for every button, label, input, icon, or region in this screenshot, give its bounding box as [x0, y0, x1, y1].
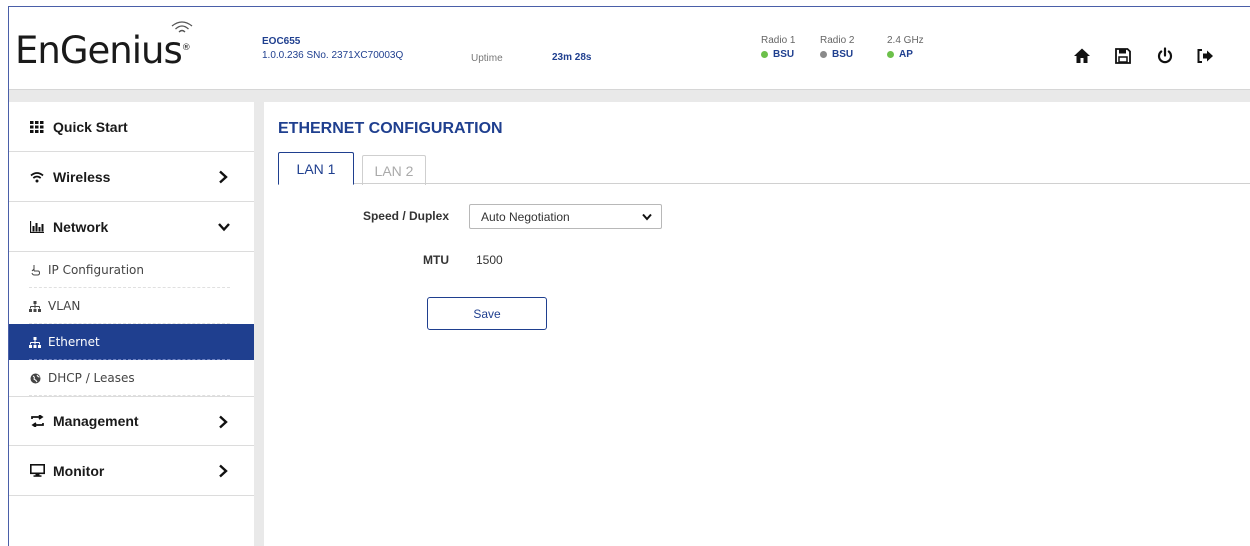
sidebar-item-label: Monitor: [53, 462, 105, 479]
chevron-right-icon: [219, 415, 228, 429]
desktop-monitor-icon: [29, 464, 45, 478]
globe-icon: [29, 372, 41, 384]
sidebar-item-quick-start[interactable]: Quick Start: [9, 102, 254, 152]
status-dot-icon: [887, 51, 894, 58]
sitemap-icon: [29, 336, 41, 348]
grid-icon: [29, 120, 45, 134]
top-header: EnGenius® EOC655 1.0.0.236 SNo. 2371XC70…: [9, 7, 1250, 90]
chevron-down-icon: [642, 213, 652, 221]
radio1-label: Radio 1: [761, 35, 796, 46]
bar-chart-icon: [29, 220, 45, 234]
device-firmware-serial: 1.0.0.236 SNo. 2371XC70003Q: [262, 50, 404, 61]
radio2-label: Radio 2: [820, 35, 855, 46]
chevron-down-icon: [218, 223, 230, 232]
lan-tabs: LAN 1 LAN 2: [278, 149, 1250, 185]
tab-lan1[interactable]: LAN 1: [278, 152, 354, 185]
save-button[interactable]: Save: [427, 297, 547, 330]
speed-duplex-label: Speed / Duplex: [362, 209, 449, 223]
sidebar-nav: Quick Start Wireless Network IP Configur…: [9, 102, 254, 546]
wifi-logo-icon: [171, 21, 193, 33]
sidebar-item-monitor[interactable]: Monitor: [9, 446, 254, 496]
sidebar-subitem-label: IP Configuration: [48, 263, 144, 277]
sidebar-subitem-ip-configuration[interactable]: IP Configuration: [9, 252, 254, 288]
radio1-mode: BSU: [773, 49, 795, 60]
logout-icon[interactable]: [1196, 47, 1214, 65]
sidebar-subitem-ethernet[interactable]: Ethernet: [9, 324, 254, 360]
sidebar-subitem-vlan[interactable]: VLAN: [9, 288, 254, 324]
status-dot-icon: [820, 51, 827, 58]
sidebar-item-label: Management: [53, 413, 139, 429]
mtu-label: MTU: [423, 253, 449, 267]
app-frame: EnGenius® EOC655 1.0.0.236 SNo. 2371XC70…: [8, 6, 1250, 546]
mtu-value: 1500: [476, 253, 503, 267]
status-dot-icon: [761, 51, 768, 58]
sidebar-subitem-label: DHCP / Leases: [48, 371, 135, 385]
sidebar-item-label: Wireless: [53, 168, 111, 185]
speed-duplex-select[interactable]: Auto Negotiation: [469, 204, 662, 229]
radio2-status: Radio 2 BSU: [820, 35, 854, 60]
exchange-icon: [29, 414, 45, 428]
radio1-status: Radio 1 BSU: [761, 35, 795, 60]
sidebar-item-label: Network: [53, 218, 109, 235]
brand-logo: EnGenius®: [15, 29, 191, 72]
sidebar-item-management[interactable]: Management: [9, 396, 254, 446]
sidebar-item-wireless[interactable]: Wireless: [9, 152, 254, 202]
brand-registered-mark: ®: [181, 43, 191, 53]
main-content: ETHERNET CONFIGURATION LAN 1 LAN 2 Speed…: [264, 102, 1250, 546]
chevron-right-icon: [219, 170, 228, 184]
speed-duplex-value: Auto Negotiation: [481, 209, 570, 224]
hand-pointer-icon: [29, 264, 41, 276]
radio2-mode: BSU: [832, 49, 854, 60]
home-icon[interactable]: [1073, 47, 1091, 65]
uptime-value: 23m 28s: [552, 52, 592, 63]
sitemap-icon: [29, 300, 41, 312]
brand-name: EnGenius: [15, 29, 183, 72]
band-24ghz-status: 2.4 GHz AP: [887, 35, 924, 60]
power-icon[interactable]: [1156, 47, 1174, 65]
page-title: ETHERNET CONFIGURATION: [278, 120, 503, 137]
sidebar-subitem-label: VLAN: [48, 299, 81, 313]
uptime-label: Uptime: [471, 53, 503, 64]
band-24ghz-label: 2.4 GHz: [887, 35, 924, 46]
sidebar-subitem-label: Ethernet: [48, 335, 100, 349]
device-model: EOC655: [262, 36, 301, 47]
save-disk-icon[interactable]: [1114, 47, 1132, 65]
sidebar-item-label: Quick Start: [53, 118, 128, 135]
wifi-icon: [29, 170, 45, 184]
tab-lan2[interactable]: LAN 2: [362, 155, 426, 185]
band-24ghz-mode: AP: [899, 49, 913, 60]
chevron-right-icon: [219, 464, 228, 478]
device-info: EOC655 1.0.0.236 SNo. 2371XC70003Q: [262, 36, 403, 61]
sidebar-subitem-dhcp-leases[interactable]: DHCP / Leases: [9, 360, 254, 396]
sidebar-item-network[interactable]: Network: [9, 202, 254, 252]
